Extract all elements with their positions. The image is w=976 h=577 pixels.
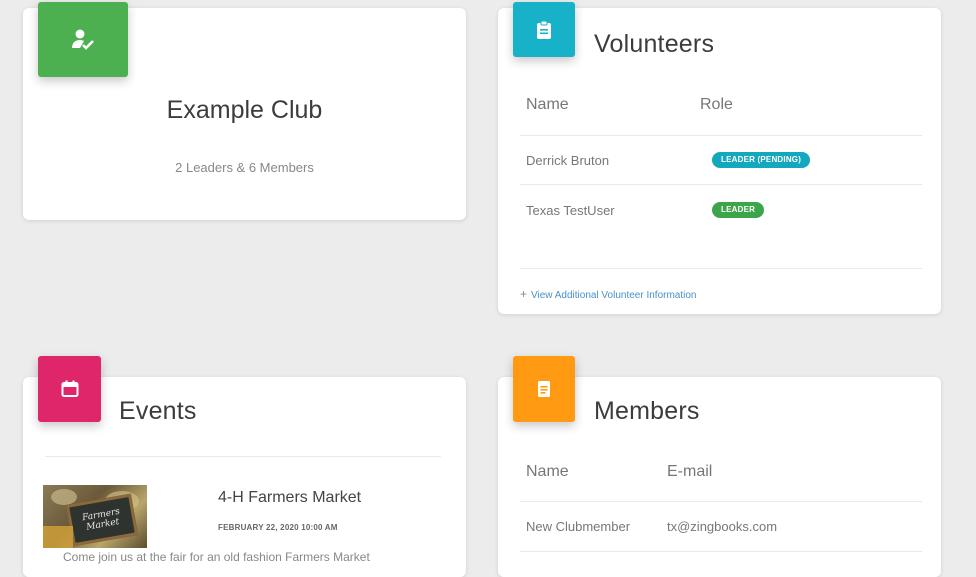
members-icon-box	[513, 356, 575, 422]
event-description: Come join us at the fair for an old fash…	[63, 550, 370, 564]
divider	[45, 456, 441, 457]
events-icon-box	[38, 356, 101, 422]
view-volunteer-info-text: View Additional Volunteer Information	[531, 290, 697, 301]
volunteer-name: Texas TestUser	[526, 203, 615, 218]
members-card: Members Name E-mail New Clubmember tx@zi…	[498, 356, 941, 577]
events-card: Events Farmers Market 4-H Farmers Market…	[23, 356, 466, 577]
event-title: 4-H Farmers Market	[218, 489, 362, 506]
col-head-role: Role	[700, 96, 733, 113]
member-email[interactable]: tx@zingbooks.com	[667, 519, 777, 534]
volunteers-card: Volunteers Name Role Derrick Bruton LEAD…	[498, 2, 941, 314]
club-card: Example Club 2 Leaders & 6 Members	[23, 2, 466, 220]
divider	[520, 268, 922, 269]
divider	[520, 184, 922, 185]
calendar-icon	[61, 380, 78, 397]
divider	[520, 551, 922, 552]
volunteers-icon-box	[513, 2, 575, 57]
volunteer-name: Derrick Bruton	[526, 153, 610, 168]
member-name: New Clubmember	[526, 519, 631, 534]
events-title: Events	[119, 397, 197, 425]
person-check-icon	[72, 29, 94, 50]
plus-icon: +	[520, 287, 528, 301]
col-head-name: Name	[526, 96, 569, 113]
view-volunteer-info-link[interactable]: + View Additional Volunteer Information	[520, 287, 697, 301]
col-head-email: E-mail	[667, 463, 713, 480]
volunteers-title: Volunteers	[594, 30, 715, 58]
club-icon-box	[38, 2, 128, 77]
event-image: Farmers Market	[43, 485, 147, 548]
clipboard-icon	[538, 381, 550, 397]
role-badge: LEADER	[712, 202, 765, 218]
club-name: Example Club	[166, 96, 323, 124]
members-title: Members	[594, 397, 700, 425]
role-badge: LEADER (PENDING)	[712, 152, 811, 168]
event-date: FEBRUARY 22, 2020 10:00 AM	[218, 523, 338, 532]
clipboard-icon	[537, 20, 551, 39]
divider	[520, 135, 922, 136]
club-summary: 2 Leaders & 6 Members	[175, 160, 314, 175]
divider	[520, 501, 922, 502]
chalkboard-sign: Farmers Market	[65, 493, 139, 547]
col-head-name: Name	[526, 463, 569, 480]
